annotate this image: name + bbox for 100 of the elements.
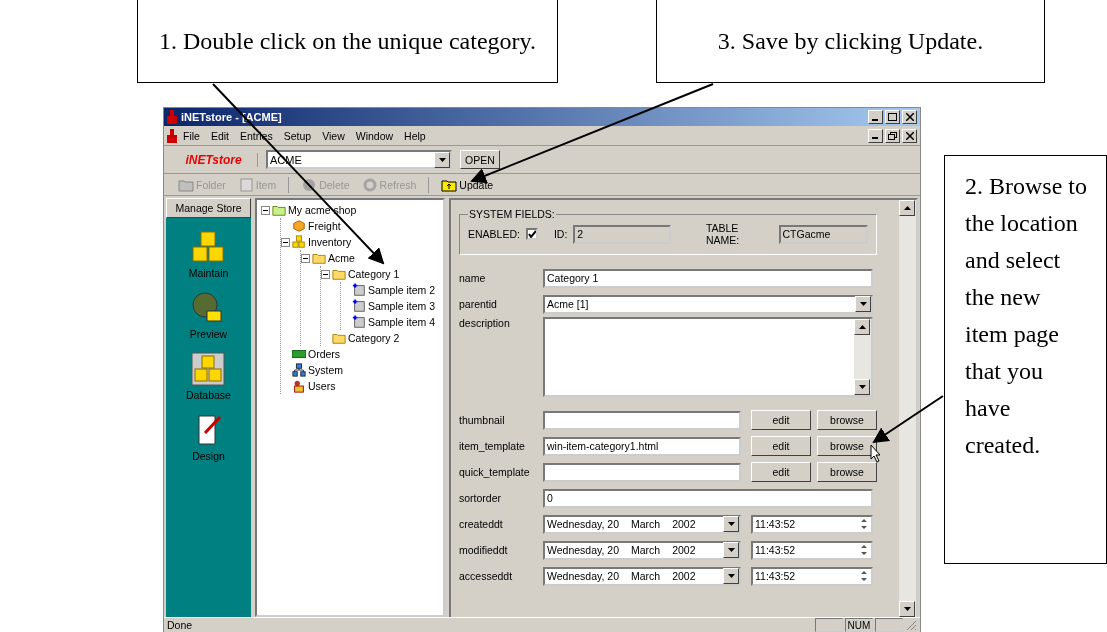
dropdown-button[interactable] [855,296,871,312]
text-field[interactable]: win-item-category1.html [543,436,741,456]
pointer-arrow [872,395,944,444]
cubes-icon [191,230,226,264]
scroll-down-button[interactable] [899,601,915,617]
scrollbar[interactable] [854,319,871,395]
maximize-button[interactable] [885,110,900,124]
scroll-up-button[interactable] [899,200,915,216]
sidebar-item[interactable]: Design [191,413,226,462]
tree-item[interactable]: Orders [308,348,341,360]
caret-up-icon [858,325,866,329]
restore-button[interactable] [885,128,900,143]
tree-item[interactable]: Sample item 2 [368,284,436,296]
field-label: name [459,272,487,284]
text-field[interactable] [543,410,741,430]
menu-item[interactable]: Setup [278,129,317,142]
dropdown-field[interactable]: Acme [1] [543,294,873,314]
menu-item[interactable]: File [178,129,205,142]
app-icon [167,110,177,124]
menu-item[interactable]: Window [350,129,399,142]
date-picker[interactable]: Wednesday, 20 March 2002 [543,540,741,560]
folder-icon [332,331,346,345]
dropdown-button[interactable] [723,568,739,584]
browse-button[interactable]: browse [817,436,877,456]
minimize-button[interactable] [868,128,883,143]
text-field[interactable]: Category 1 [543,268,873,288]
collapse-toggle[interactable] [261,205,270,215]
edit-button[interactable]: edit [751,436,811,456]
scroll-up-button[interactable] [854,319,870,335]
tree-item[interactable]: Acme [328,252,355,264]
toolbar-button[interactable]: Update [441,177,494,192]
tree-item[interactable]: System [308,364,343,376]
network-icon [292,363,306,377]
edit-button[interactable]: edit [751,410,811,430]
app-icon [167,128,177,143]
sidebar-item[interactable]: Database [186,352,231,401]
scrollbar[interactable] [899,200,916,617]
field-label: sortorder [459,492,502,504]
field-label: ID: [553,228,568,240]
collapse-toggle[interactable] [321,269,330,279]
id-field: 2 [573,224,671,244]
document-icon [352,299,366,313]
tree-item[interactable]: My acme shop [288,204,357,216]
menu-item[interactable]: View [317,129,350,142]
menu-item[interactable]: Help [399,129,431,142]
caret-down-icon [903,607,911,611]
tree-item[interactable]: Freight [308,220,341,232]
tree-item[interactable]: Category 2 [348,332,400,344]
field-label: thumbnail [459,414,506,426]
delete-icon [301,177,318,192]
field-label: description [459,317,511,329]
caret-down-icon [858,385,866,389]
close-button[interactable] [902,128,917,143]
field-label: accesseddt [459,570,514,582]
database-icon [191,352,226,386]
sidebar-item[interactable]: Maintain [188,230,229,279]
scroll-down-button[interactable] [854,379,870,395]
instruction-callout: 3. Save by clicking Update. [656,0,1045,83]
dropdown-button[interactable] [434,151,450,168]
tree-item[interactable]: Sample item 4 [368,316,436,328]
collapse-toggle[interactable] [301,253,310,263]
tree-item[interactable]: Category 1 [348,268,400,280]
tree-item[interactable]: Sample item 3 [368,300,436,312]
dropdown-button[interactable] [723,542,739,558]
time-field[interactable]: 11:43:52 [751,566,873,586]
minimize-button[interactable] [868,110,883,124]
checkbox[interactable] [525,228,538,240]
edit-button[interactable]: edit [751,462,811,482]
tree-item[interactable]: Users [308,380,336,392]
text-field[interactable]: 0 [543,488,873,508]
browse-button[interactable]: browse [817,462,877,482]
field-label: quick_template [459,466,531,478]
refresh-icon [361,177,378,192]
text-area[interactable] [543,317,873,397]
field-label: parentid [459,298,498,310]
time-field[interactable]: 11:43:52 [751,514,873,534]
date-picker[interactable]: Wednesday, 20 March 2002 [543,566,741,586]
menu-item[interactable]: Edit [205,129,234,142]
dropdown-button[interactable] [723,516,739,532]
status-text: Done [167,619,194,631]
maximize-icon [888,113,897,121]
cash-icon [292,347,306,361]
table-name-field: CTGacme [778,224,868,244]
collapse-toggle[interactable] [281,237,290,247]
date-picker[interactable]: Wednesday, 20 March 2002 [543,514,741,534]
folder-icon [272,203,286,217]
close-button[interactable] [902,110,917,124]
field-label: item_template [459,440,526,452]
time-field[interactable]: 11:43:52 [751,540,873,560]
open-button[interactable]: OPEN [460,150,500,169]
close-icon [905,131,914,140]
folder-icon [312,251,326,265]
restore-icon [888,131,897,140]
sidebar-item[interactable]: Preview [189,291,228,340]
box-icon [292,219,306,233]
manage-store-button[interactable]: Manage Store [166,198,251,218]
tree-item[interactable]: Inventory [308,236,352,248]
group-title: SYSTEM FIELDS: [468,208,556,220]
text-field[interactable] [543,462,741,482]
browse-button[interactable]: browse [817,410,877,430]
